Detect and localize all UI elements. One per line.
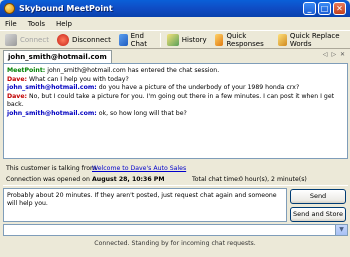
history-label: History	[181, 35, 207, 44]
connect-icon	[5, 33, 17, 46]
close-button[interactable]: ✕	[333, 2, 346, 15]
quick-responses-button[interactable]: Quick Responses	[213, 32, 272, 48]
total-time-value: 0 hour(s), 2 minute(s)	[239, 176, 307, 183]
chat-text: What can I help you with today?	[27, 75, 129, 83]
chat-log[interactable]: MeetPoint: john_smith@hotmail.com has en…	[3, 63, 348, 159]
source-page-link[interactable]: Welcome to Dave's Auto Sales	[92, 163, 186, 174]
talking-from-label: This customer is talking from	[6, 165, 97, 172]
chat-text: do you have a picture of the underbody o…	[96, 84, 300, 92]
send-button[interactable]: Send	[290, 189, 346, 204]
chat-text: ok, so how long will that be?	[96, 109, 187, 117]
menu-bar: File Tools Help	[0, 17, 350, 30]
chat-speaker: john_smith@hotmail.com:	[7, 84, 97, 92]
chevron-down-icon[interactable]: ▼	[335, 225, 347, 235]
quick-replace-words-button[interactable]: Quick Replace Words	[276, 32, 346, 48]
menu-tools[interactable]: Tools	[28, 20, 45, 28]
end-chat-button[interactable]: End Chat	[117, 32, 156, 48]
tab-john-smith[interactable]: john_smith@hotmail.com	[3, 50, 112, 63]
opened-label: Connection was opened on	[6, 176, 90, 183]
quick-replace-icon	[278, 33, 287, 46]
quick-responses-icon	[214, 33, 224, 46]
chat-speaker: john_smith@hotmail.com:	[7, 109, 97, 117]
minimize-button[interactable]: _	[303, 2, 316, 15]
quick-responses-label: Quick Responses	[226, 31, 264, 48]
divider	[3, 185, 348, 186]
total-time-label: Total chat time:	[192, 176, 240, 183]
chat-text: No, but I could take a picture for you. …	[7, 92, 335, 109]
chat-speaker: MeetPoint:	[7, 67, 46, 74]
chat-line: MeetPoint: john_smith@hotmail.com has en…	[7, 67, 344, 76]
message-input[interactable]: Probably about 20 minutes. If they aren'…	[3, 188, 287, 222]
connection-info-row: Connection was opened on August 28, 10:3…	[6, 174, 348, 185]
disconnect-label: Disconnect	[71, 35, 111, 44]
chat-speaker: Dave:	[7, 92, 28, 100]
app-icon	[4, 3, 15, 14]
connect-button[interactable]: Connect	[3, 32, 51, 48]
disconnect-button[interactable]: Disconnect	[55, 32, 113, 48]
menu-help[interactable]: Help	[56, 20, 72, 28]
window-title: Skybound MeetPoint	[19, 4, 113, 13]
end-chat-icon	[118, 33, 128, 46]
chat-speaker: Dave:	[7, 75, 28, 83]
quick-replace-words-label: Quick Replace Words	[289, 31, 340, 48]
menu-file[interactable]: File	[5, 20, 17, 28]
chat-tab-bar: john_smith@hotmail.com ◁ ▷ ✕	[3, 50, 348, 63]
disconnect-icon	[56, 33, 69, 46]
history-icon	[166, 33, 179, 46]
opened-value: August 28, 10:36 PM	[92, 176, 165, 183]
toolbar-separator	[159, 32, 161, 47]
end-chat-label: End Chat	[130, 31, 147, 48]
status-bar: Connected. Standing by for incoming chat…	[94, 240, 256, 247]
quick-response-dropdown[interactable]: ▼	[3, 224, 348, 236]
tab-navigation-icons[interactable]: ◁ ▷ ✕	[323, 51, 346, 58]
history-button[interactable]: History	[165, 32, 209, 48]
toolbar: Connect Disconnect End Chat History Quic…	[0, 30, 350, 49]
customer-source-row: This customer is talking from Welcome to…	[6, 163, 348, 174]
maximize-button[interactable]: □	[318, 2, 331, 15]
chat-text: john_smith@hotmail.com has entered the c…	[45, 67, 220, 74]
chat-line: Dave: What can I help you with today?	[7, 76, 344, 85]
chat-line: john_smith@hotmail.com: do you have a pi…	[7, 84, 344, 93]
chat-line: john_smith@hotmail.com: ok, so how long …	[7, 110, 344, 119]
send-and-store-button[interactable]: Send and Store	[290, 207, 346, 222]
title-bar: Skybound MeetPoint _ □ ✕	[0, 0, 350, 17]
connect-label: Connect	[20, 35, 49, 44]
chat-line: Dave: No, but I could take a picture for…	[7, 93, 344, 110]
